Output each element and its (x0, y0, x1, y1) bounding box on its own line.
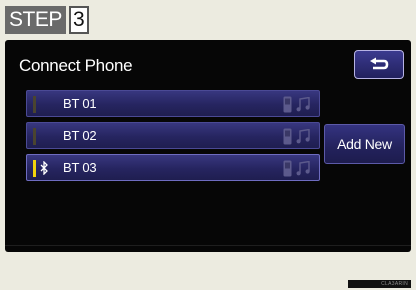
display-screen: Connect Phone BT 01 BT 02 BT 03 Add New (5, 40, 411, 252)
step-number: 3 (68, 6, 89, 34)
device-label: BT 03 (63, 160, 97, 175)
screen-title: Connect Phone (19, 56, 133, 75)
image-code-label: CLA3ARIN (348, 280, 411, 288)
device-label: BT 01 (63, 96, 97, 111)
device-row-bt03[interactable]: BT 03 (26, 154, 320, 181)
add-new-button[interactable]: Add New (324, 124, 405, 164)
return-arrow-icon (370, 57, 389, 69)
device-row-bt01[interactable]: BT 01 (26, 90, 320, 117)
step-indicator: STEP 3 (5, 6, 89, 34)
screen-divider (5, 245, 411, 246)
step-word: STEP (5, 6, 66, 34)
phone-icon (283, 128, 292, 145)
phone-icon (283, 96, 292, 113)
music-icon (296, 129, 310, 144)
back-button[interactable] (354, 50, 404, 79)
bluetooth-icon (40, 161, 48, 175)
music-icon (296, 97, 310, 112)
connection-indicator-active (33, 160, 36, 177)
phone-icon (283, 160, 292, 177)
device-row-bt02[interactable]: BT 02 (26, 122, 320, 149)
connection-indicator (33, 96, 36, 113)
connection-indicator (33, 128, 36, 145)
music-icon (296, 161, 310, 176)
device-label: BT 02 (63, 128, 97, 143)
